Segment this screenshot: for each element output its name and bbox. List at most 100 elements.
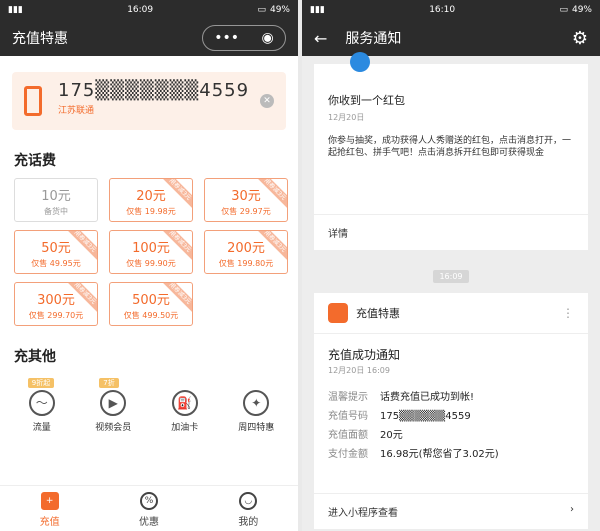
battery-icon: ▭ <box>257 5 266 15</box>
detail-row: 充值号码 175▒▒▒▒▒▒4559 <box>328 407 574 426</box>
redpacket-message-card[interactable]: 你收到一个红包 12月20日 你参与抽奖，成功获得人人秀赠送的红包，点击消息打开… <box>314 52 588 250</box>
service-item[interactable]: ⛽ 加油卡 <box>153 382 217 433</box>
row-value: 175▒▒▒▒▒▒4559 <box>380 411 471 422</box>
timestamp-divider: 16:09 <box>302 264 600 283</box>
status-bar: ▮▮▮ 16:09 ▭ 49% <box>0 0 298 20</box>
tile-price: 仅售 29.97元 <box>221 207 271 216</box>
detail-row: 充值面额 20元 <box>328 426 574 445</box>
service-label: 加油卡 <box>171 423 199 433</box>
profile-icon: ◡ <box>239 492 258 510</box>
notification-title: 充值成功通知 <box>328 348 401 362</box>
tile-price: 备货中 <box>44 207 68 216</box>
tag-icon: ✦ <box>243 390 270 416</box>
battery-icon: ▭ <box>559 5 568 15</box>
tab-label: 充值 <box>39 517 60 528</box>
clear-icon[interactable]: ✕ <box>260 94 274 108</box>
page-title: 服务通知 <box>345 31 402 47</box>
section-title-recharge: 充话费 <box>14 153 56 169</box>
recharge-screen: ▮▮▮ 16:09 ▭ 49% 充值特惠 ••• ◉ 175▒▒▒▒▒▒▒4559… <box>0 0 298 531</box>
service-label: 周四特惠 <box>238 423 275 433</box>
row-key: 充值面额 <box>328 430 368 441</box>
carrier-label: 江苏联通 <box>58 106 95 116</box>
title-bar: 充值特惠 ••• ◉ <box>0 20 298 56</box>
service-label: 流量 <box>32 423 51 433</box>
amount-tile[interactable]: 300元 仅售 299.70元 用券减3元 <box>14 282 98 326</box>
row-key: 支付金额 <box>328 449 368 460</box>
service-item[interactable]: ✦ 周四特惠 <box>224 382 288 433</box>
detail-rows: 温馨提示 话费充值已成功到帐! 充值号码 175▒▒▒▒▒▒4559 充值面额 20元支付… <box>314 376 588 464</box>
tile-price: 仅售 299.70元 <box>28 311 84 320</box>
service-item[interactable]: 7折 ▶ 视频会员 <box>81 378 145 433</box>
tab-label: 我的 <box>238 517 259 528</box>
service-item[interactable]: 9折起〜流量 <box>10 378 74 433</box>
signal-icon: ▮▮▮ <box>8 5 23 15</box>
amount-tile: 10元备货中 <box>14 178 98 222</box>
message-body: 你参与抽奖，成功获得人人秀赠送的红包，点击消息打开，一起抢红包、拼手气吧！点击消… <box>328 136 572 158</box>
tile-price: 仅售 99.90元 <box>126 259 176 268</box>
gear-icon[interactable]: ⚙ <box>572 28 588 49</box>
amount-tile[interactable]: 500元 仅售 499.50元 用券减3元 <box>109 282 193 326</box>
title-bar: ← 服务通知 ⚙ <box>302 20 600 56</box>
video-icon: ▶ <box>100 390 127 416</box>
notification-date: 12月20日 16:09 <box>328 366 390 375</box>
row-value: 20元 <box>380 430 403 441</box>
sender-avatar <box>350 52 370 72</box>
footer-label: 进入小程序查看 <box>328 508 398 519</box>
amount-tile[interactable]: 50元 仅售 49.95元 用券减3元 <box>14 230 98 274</box>
timestamp-label: 16:09 <box>433 270 469 283</box>
service-label: 视频会员 <box>95 423 132 433</box>
app-logo-icon <box>328 303 348 323</box>
close-target-icon[interactable]: ◉ <box>262 30 274 46</box>
discount-icon: % <box>139 492 158 510</box>
status-time: 16:10 <box>429 5 456 15</box>
phone-number-card[interactable]: 175▒▒▒▒▒▒▒4559 江苏联通 ✕ <box>12 72 286 130</box>
tab-label: 优惠 <box>138 517 159 528</box>
amount-tile[interactable]: 30元 仅售 29.97元 用券减3元 <box>204 178 288 222</box>
battery-level: 49% <box>269 5 290 15</box>
more-icon[interactable]: ••• <box>214 30 239 46</box>
row-key: 充值号码 <box>328 411 368 422</box>
status-bar: ▮▮▮ 16:10 ▭ 49% <box>302 0 600 20</box>
mobile-phone-icon <box>24 86 42 116</box>
tab-bar: + 充值% 优惠 ◡ 我的 <box>0 485 298 531</box>
amount-tile[interactable]: 100元 仅售 99.90元 用券减3元 <box>109 230 193 274</box>
service-notification-screen: ▮▮▮ 16:10 ▭ 49% ← 服务通知 ⚙ 你收到一个红包 12月20日 你… <box>302 0 600 531</box>
detail-row: 支付金额 16.98元(帮您省了3.02元) <box>328 445 574 464</box>
sender-name: 充值特惠 <box>356 307 400 320</box>
tile-price: 仅售 49.95元 <box>31 259 81 268</box>
status-time: 16:09 <box>127 5 154 15</box>
service-badge: 9折起 <box>27 378 55 388</box>
tile-price: 仅售 19.98元 <box>126 207 176 216</box>
back-arrow-icon[interactable]: ← <box>314 29 327 48</box>
card-header: 充值特惠 ⋮ <box>314 293 588 334</box>
more-vertical-icon[interactable]: ⋮ <box>562 306 574 320</box>
mini-program-capsule: ••• ◉ <box>202 25 286 51</box>
message-date: 12月20日 <box>328 113 365 122</box>
screenshot-composite: ▮▮▮ 16:09 ▭ 49% 充值特惠 ••• ◉ 175▒▒▒▒▒▒▒4559… <box>0 0 600 531</box>
amount-tile[interactable]: 200元 仅售 199.80元 用券减3元 <box>204 230 288 274</box>
amount-grid: 10元 备货中 20元 仅售 19.98元 用券减3元 30元 仅售 29.97元 用券减3元… <box>0 178 298 326</box>
open-mini-program-link[interactable]: 进入小程序查看 › <box>314 493 588 529</box>
tile-price: 仅售 499.50元 <box>123 311 179 320</box>
row-value: 16.98元(帮您省了3.02元) <box>380 449 499 460</box>
flow-icon: 〜 <box>28 390 55 416</box>
section-title-other: 充其他 <box>14 349 56 365</box>
phone-number-input[interactable]: 175▒▒▒▒▒▒▒4559 <box>58 80 276 101</box>
tile-price: 仅售 199.80元 <box>218 259 274 268</box>
tab-item[interactable]: % 优惠 <box>99 486 198 531</box>
amount-tile[interactable]: 20元 仅售 19.98元 用券减3元 <box>109 178 193 222</box>
tab-item[interactable]: ◡ 我的 <box>199 486 298 531</box>
tab-item[interactable]: + 充值 <box>0 486 99 531</box>
recharge-success-card[interactable]: 充值特惠 ⋮ 充值成功通知 12月20日 16:09 温馨提示 话费充值已成功到帐… <box>314 293 588 529</box>
service-badge: 7折 <box>99 378 119 388</box>
tile-amount: 10元 <box>41 189 71 204</box>
chevron-right-icon: › <box>570 504 574 515</box>
recharge-icon: + <box>40 492 59 510</box>
other-services: 9折起〜流量 7折 ▶ 视频会员 ⛽ 加油卡 ✦ 周四特惠 <box>0 378 298 433</box>
details-link[interactable]: 详情 <box>314 214 588 250</box>
fuel-icon: ⛽ <box>171 390 198 416</box>
page-title: 充值特惠 <box>12 31 68 47</box>
signal-icon: ▮▮▮ <box>310 5 325 15</box>
detail-row: 温馨提示 话费充值已成功到帐! <box>328 388 574 407</box>
row-value: 话费充值已成功到帐! <box>380 392 475 403</box>
